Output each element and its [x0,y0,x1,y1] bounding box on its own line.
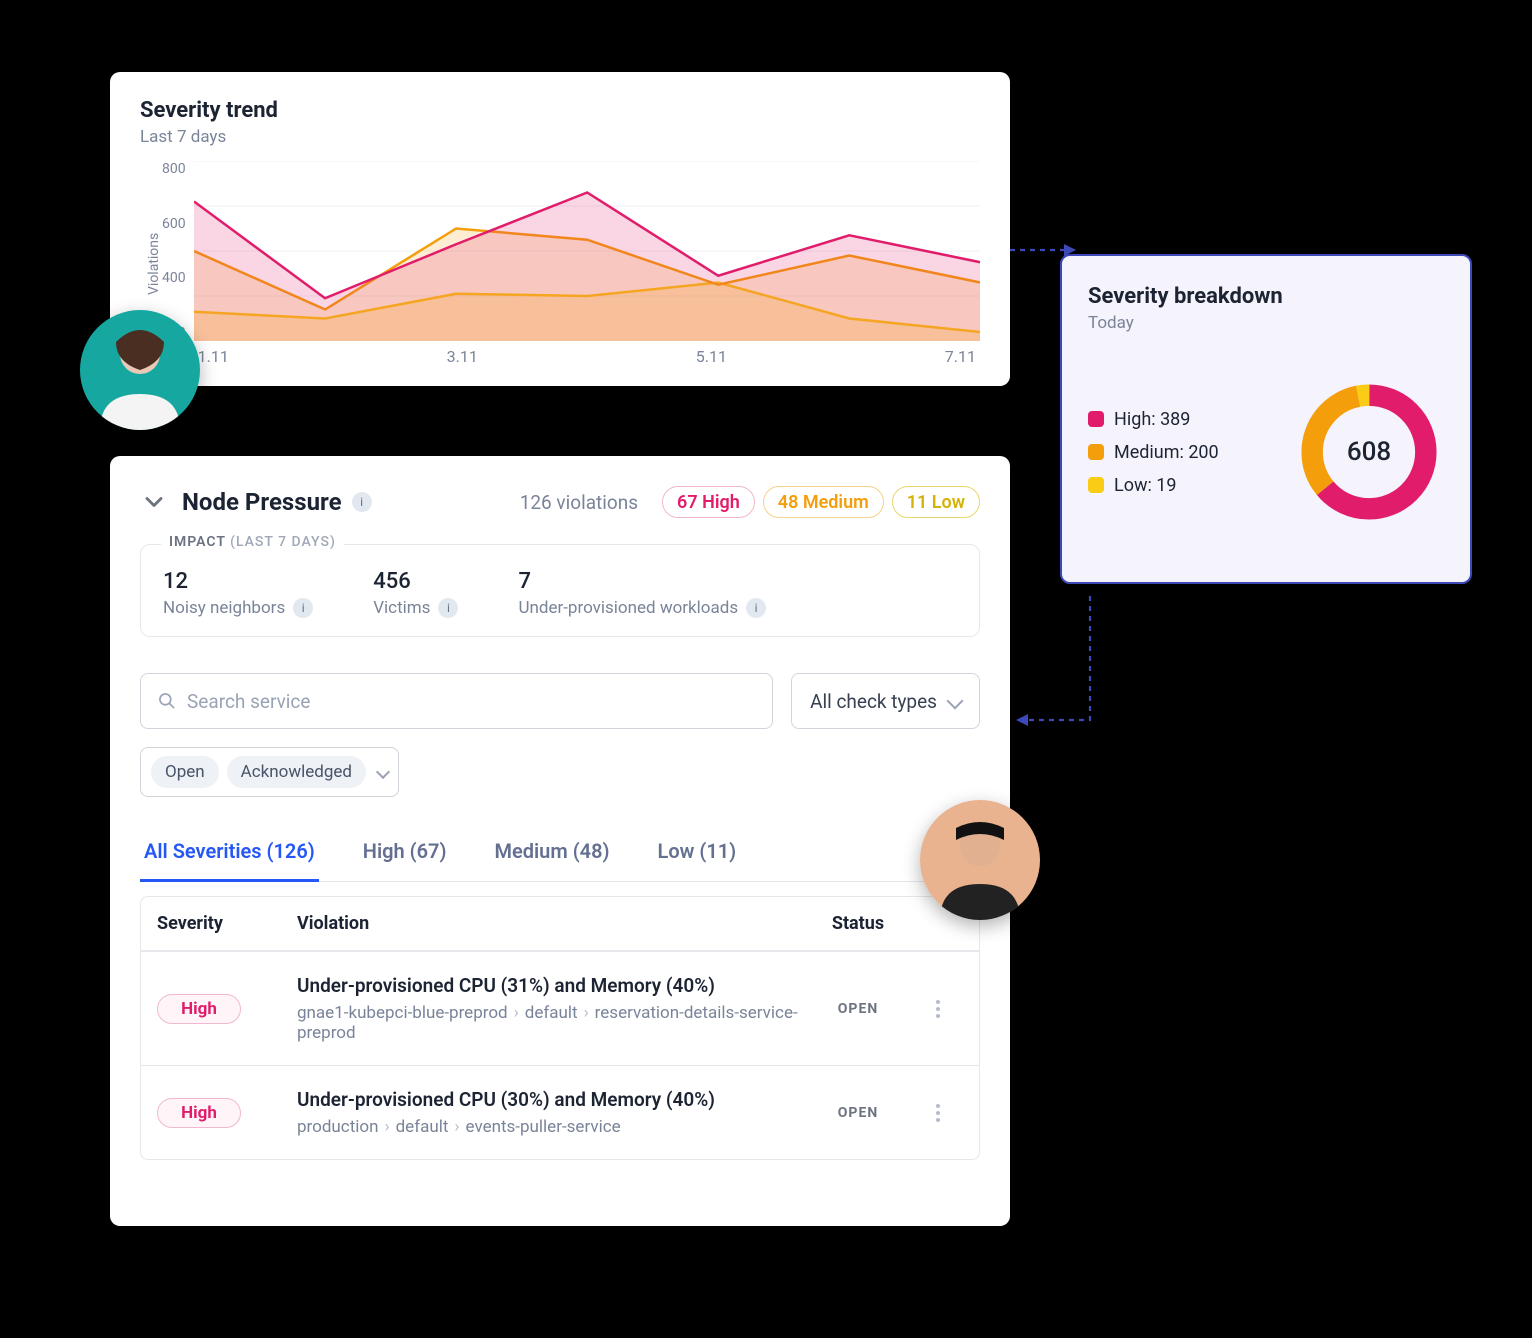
tab-severity[interactable]: High (67) [359,827,451,881]
chip-acknowledged[interactable]: Acknowledged [227,756,366,788]
metric-noisy-neighbors: 12 Noisy neighborsi [163,569,313,618]
severity-tabs: All Severities (126) High (67) Medium (48)… [140,827,980,882]
search-placeholder: Search service [187,690,310,713]
trend-yaxis: 800 600 400 200 [162,161,194,341]
tab-severity[interactable]: All Severities (126) [140,827,319,882]
swatch-high [1088,411,1104,427]
pill-high: 67 High [662,486,755,518]
table-row[interactable]: High Under-provisioned CPU (31%) and Mem… [141,951,979,1065]
impact-title-range: (LAST 7 DAYS) [230,534,336,550]
search-input[interactable]: Search service [140,673,773,729]
metric-underprovisioned: 7 Under-provisioned workloadsi [518,569,766,618]
breakdown-donut: 608 [1294,377,1444,527]
avatar [80,310,200,430]
status-filter[interactable]: Open Acknowledged [140,747,399,797]
breadcrumb: gnae1-kubepci-blue-preprod›default›reser… [297,1003,803,1043]
chip-open[interactable]: Open [151,756,219,788]
status-badge: OPEN [803,1001,913,1017]
impact-panel: IMPACT (LAST 7 DAYS) 12 Noisy neighborsi… [140,544,980,637]
chevron-down-icon [947,693,964,710]
legend-medium: Medium: 200 [1088,442,1219,463]
info-icon[interactable]: i [293,598,313,618]
avatar [920,800,1040,920]
legend-high: High: 389 [1088,409,1219,430]
metric-victims: 456 Victimsi [373,569,458,618]
info-icon[interactable]: i [438,598,458,618]
breakdown-subtitle: Today [1088,313,1444,333]
breakdown-title: Severity breakdown [1088,284,1444,309]
pill-low: 11 Low [892,486,980,518]
breakdown-legend: High: 389 Medium: 200 Low: 19 [1088,397,1219,508]
severity-badge: High [157,1098,241,1128]
violation-title: Under-provisioned CPU (31%) and Memory (… [297,974,803,997]
chevron-down-icon [376,765,390,779]
severity-trend-subtitle: Last 7 days [140,127,980,147]
info-icon[interactable]: i [746,598,766,618]
table-row[interactable]: High Under-provisioned CPU (30%) and Mem… [141,1065,979,1159]
severity-trend-card: Severity trend Last 7 days Violations 80… [110,72,1010,386]
severity-badge: High [157,994,241,1024]
search-icon [157,691,177,711]
trend-chart [194,161,980,341]
check-types-select[interactable]: All check types [791,673,980,729]
status-badge: OPEN [803,1105,913,1121]
severity-trend-title: Severity trend [140,98,980,123]
node-pressure-card: Node Pressure i 126 violations 67 High 4… [110,456,1010,1226]
node-pressure-title: Node Pressure [182,488,342,516]
collapse-icon[interactable] [140,488,168,516]
swatch-low [1088,477,1104,493]
legend-low: Low: 19 [1088,475,1219,496]
col-status: Status [803,913,913,934]
severity-breakdown-card: Severity breakdown Today High: 389 Mediu… [1060,254,1472,584]
violations-count: 126 violations [520,491,638,514]
col-violation: Violation [297,913,803,934]
kebab-icon[interactable] [936,1111,940,1115]
violation-title: Under-provisioned CPU (30%) and Memory (… [297,1088,803,1111]
col-severity: Severity [157,913,297,934]
tab-severity[interactable]: Low (11) [654,827,741,881]
breadcrumb: production›default›events-puller-service [297,1117,803,1137]
trend-xaxis: 1.11 3.11 5.11 7.11 [194,347,980,366]
pill-medium: 48 Medium [763,486,884,518]
impact-title: IMPACT [169,534,226,550]
kebab-icon[interactable] [936,1007,940,1011]
violations-table: Severity Violation Status High Under-pro… [140,896,980,1160]
donut-total: 608 [1294,377,1444,527]
tab-severity[interactable]: Medium (48) [490,827,613,881]
swatch-medium [1088,444,1104,460]
info-icon[interactable]: i [352,492,372,512]
